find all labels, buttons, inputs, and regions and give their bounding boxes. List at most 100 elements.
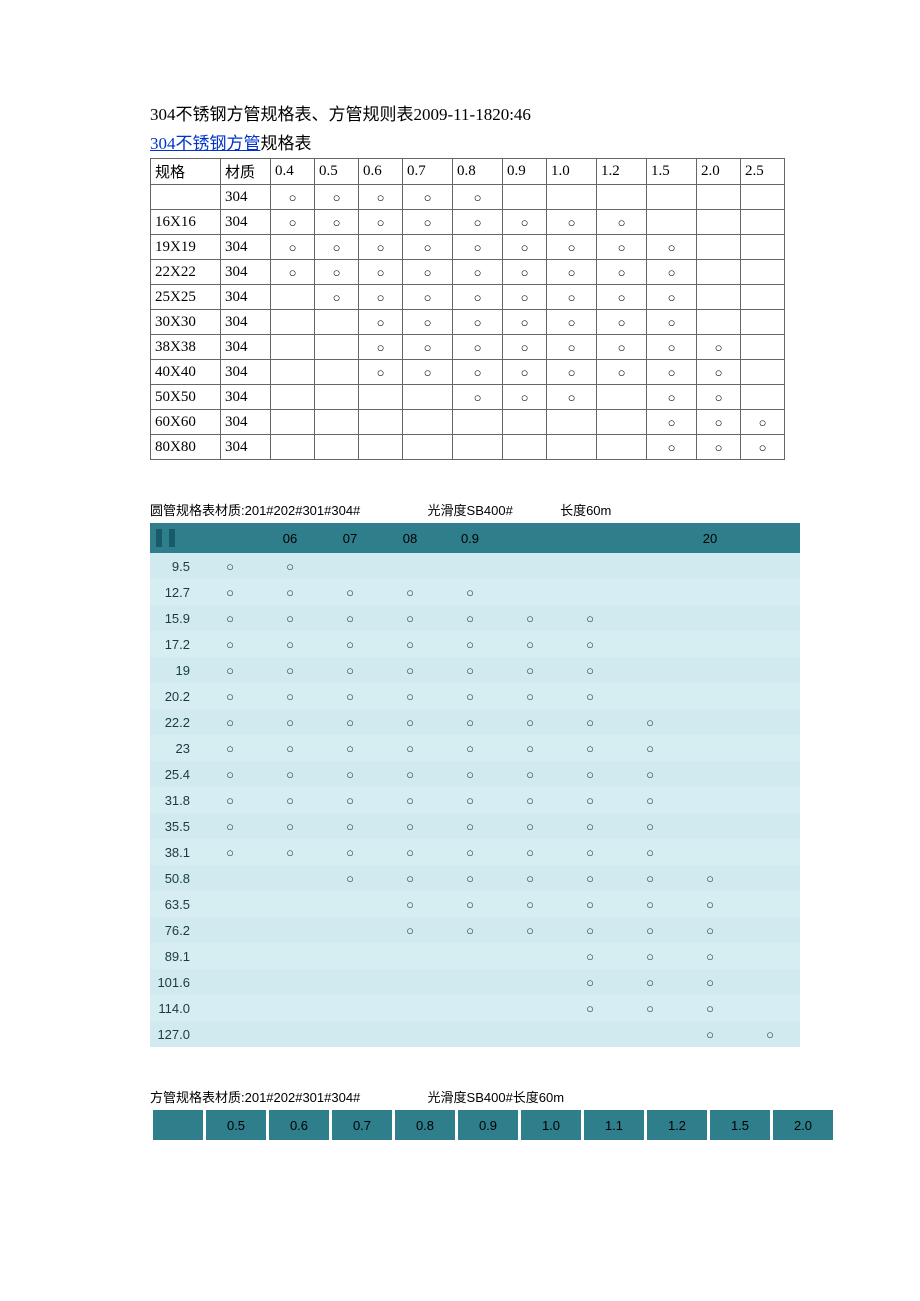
table-row: 35.5○○○○○○○○ [150, 813, 800, 839]
size-cell: 50.8 [150, 865, 200, 891]
mark-cell: ○ [453, 385, 503, 410]
caption-material: 圆管规格表材质:201#202#301#304# [150, 500, 360, 519]
mark-cell: ○ [260, 579, 320, 605]
mark-cell: ○ [403, 260, 453, 285]
mark-cell [620, 657, 680, 683]
mark-cell: ○ [597, 285, 647, 310]
mark-cell: ○ [320, 787, 380, 813]
mark-cell [260, 995, 320, 1021]
mark-cell [260, 1021, 320, 1047]
mark-cell: ○ [453, 210, 503, 235]
mark-cell: ○ [320, 631, 380, 657]
mark-cell [697, 285, 741, 310]
mark-cell: ○ [271, 185, 315, 210]
mark-cell: ○ [380, 839, 440, 865]
mark-cell: ○ [200, 579, 260, 605]
mark-cell: ○ [359, 285, 403, 310]
mark-cell: ○ [647, 410, 697, 435]
mark-cell: ○ [560, 995, 620, 1021]
mark-cell: ○ [597, 260, 647, 285]
mark-cell: ○ [680, 1021, 740, 1047]
mark-cell [740, 943, 800, 969]
mark-cell: ○ [380, 709, 440, 735]
size-cell: 23 [150, 735, 200, 761]
table-row: 40X40304○○○○○○○○ [151, 360, 785, 385]
spec-cell: 50X50 [151, 385, 221, 410]
table-row: 25X25304○○○○○○○○ [151, 285, 785, 310]
mark-cell: ○ [320, 605, 380, 631]
mark-cell: ○ [380, 631, 440, 657]
mark-cell: ○ [271, 210, 315, 235]
round-pipe-caption: 圆管规格表材质:201#202#301#304# 光滑度SB400# 长度60m [150, 500, 770, 519]
col-header: 0.9 [458, 1110, 518, 1140]
mark-cell: ○ [697, 335, 741, 360]
mark-cell: ○ [315, 260, 359, 285]
mark-cell: ○ [315, 285, 359, 310]
mark-cell: ○ [440, 657, 500, 683]
mark-cell [680, 553, 740, 579]
mark-cell [320, 891, 380, 917]
caption-length: 长度60m [560, 500, 611, 519]
mark-cell: ○ [503, 210, 547, 235]
spec-cell: 22X22 [151, 260, 221, 285]
mark-cell [741, 385, 785, 410]
col-header [740, 523, 800, 553]
mark-cell [260, 865, 320, 891]
mark-cell [697, 210, 741, 235]
mark-cell [359, 385, 403, 410]
mark-cell: ○ [547, 310, 597, 335]
mark-cell [500, 553, 560, 579]
material-cell: 304 [221, 260, 271, 285]
material-cell: 304 [221, 410, 271, 435]
table-row: 60X60304○○○ [151, 410, 785, 435]
mark-cell [647, 210, 697, 235]
mark-cell [260, 969, 320, 995]
header-block-icon [169, 529, 175, 547]
mark-cell: ○ [740, 1021, 800, 1047]
mark-cell: ○ [453, 360, 503, 385]
mark-cell: ○ [503, 260, 547, 285]
mark-cell: ○ [620, 917, 680, 943]
table-row: 12.7○○○○○ [150, 579, 800, 605]
mark-cell: ○ [503, 235, 547, 260]
mark-cell: ○ [560, 787, 620, 813]
mark-cell: ○ [380, 657, 440, 683]
mark-cell: ○ [440, 787, 500, 813]
mark-cell [647, 185, 697, 210]
mark-cell: ○ [647, 385, 697, 410]
mark-cell [680, 735, 740, 761]
col-header: 0.5 [206, 1110, 266, 1140]
col-header: 0.8 [395, 1110, 455, 1140]
mark-cell [680, 605, 740, 631]
mark-cell [680, 657, 740, 683]
size-cell: 12.7 [150, 579, 200, 605]
mark-cell [620, 553, 680, 579]
mark-cell: ○ [200, 683, 260, 709]
mark-cell: ○ [620, 735, 680, 761]
spec-cell: 60X60 [151, 410, 221, 435]
mark-cell [271, 310, 315, 335]
mark-cell [740, 683, 800, 709]
mark-cell [620, 1021, 680, 1047]
table-header-row: 0.50.60.70.80.91.01.11.21.52.0 [153, 1110, 833, 1140]
table-header-row: 0607080.920 [150, 523, 800, 553]
col-header [500, 523, 560, 553]
mark-cell: ○ [320, 761, 380, 787]
mark-cell: ○ [597, 235, 647, 260]
col-header: 0.5 [315, 159, 359, 185]
mark-cell [271, 435, 315, 460]
table-row: 19○○○○○○○ [150, 657, 800, 683]
table-row: 127.0○○ [150, 1021, 800, 1047]
mark-cell [740, 709, 800, 735]
mark-cell: ○ [560, 761, 620, 787]
mark-cell: ○ [620, 943, 680, 969]
mark-cell: ○ [320, 865, 380, 891]
mark-cell: ○ [260, 605, 320, 631]
mark-cell: ○ [500, 917, 560, 943]
table-row: 25.4○○○○○○○○ [150, 761, 800, 787]
subtitle-link[interactable]: 304不锈钢方管 [150, 134, 261, 153]
mark-cell [500, 995, 560, 1021]
mark-cell: ○ [500, 839, 560, 865]
mark-cell [315, 435, 359, 460]
col-header: 07 [320, 523, 380, 553]
